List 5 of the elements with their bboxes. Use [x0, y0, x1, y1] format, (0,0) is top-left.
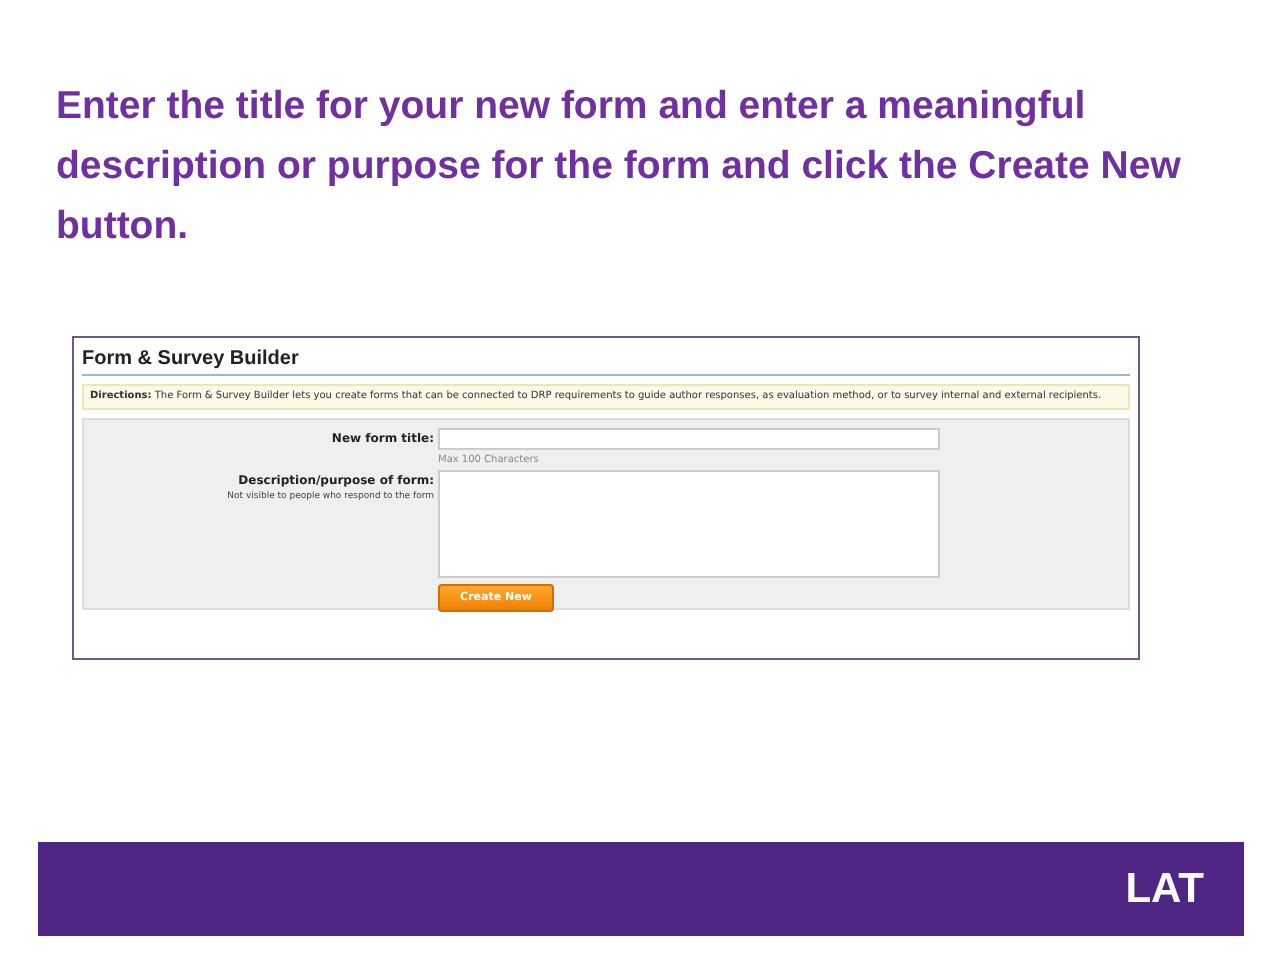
- page-title: Form & Survey Builder: [82, 342, 1130, 376]
- footer-logo: LAT: [1125, 865, 1204, 913]
- title-input-field[interactable]: [438, 428, 940, 450]
- description-input-field[interactable]: [438, 470, 940, 578]
- slide-heading: Enter the title for your new form and enter a meaningful description or purpose for the form and click the Create New button.: [56, 82, 1183, 252]
